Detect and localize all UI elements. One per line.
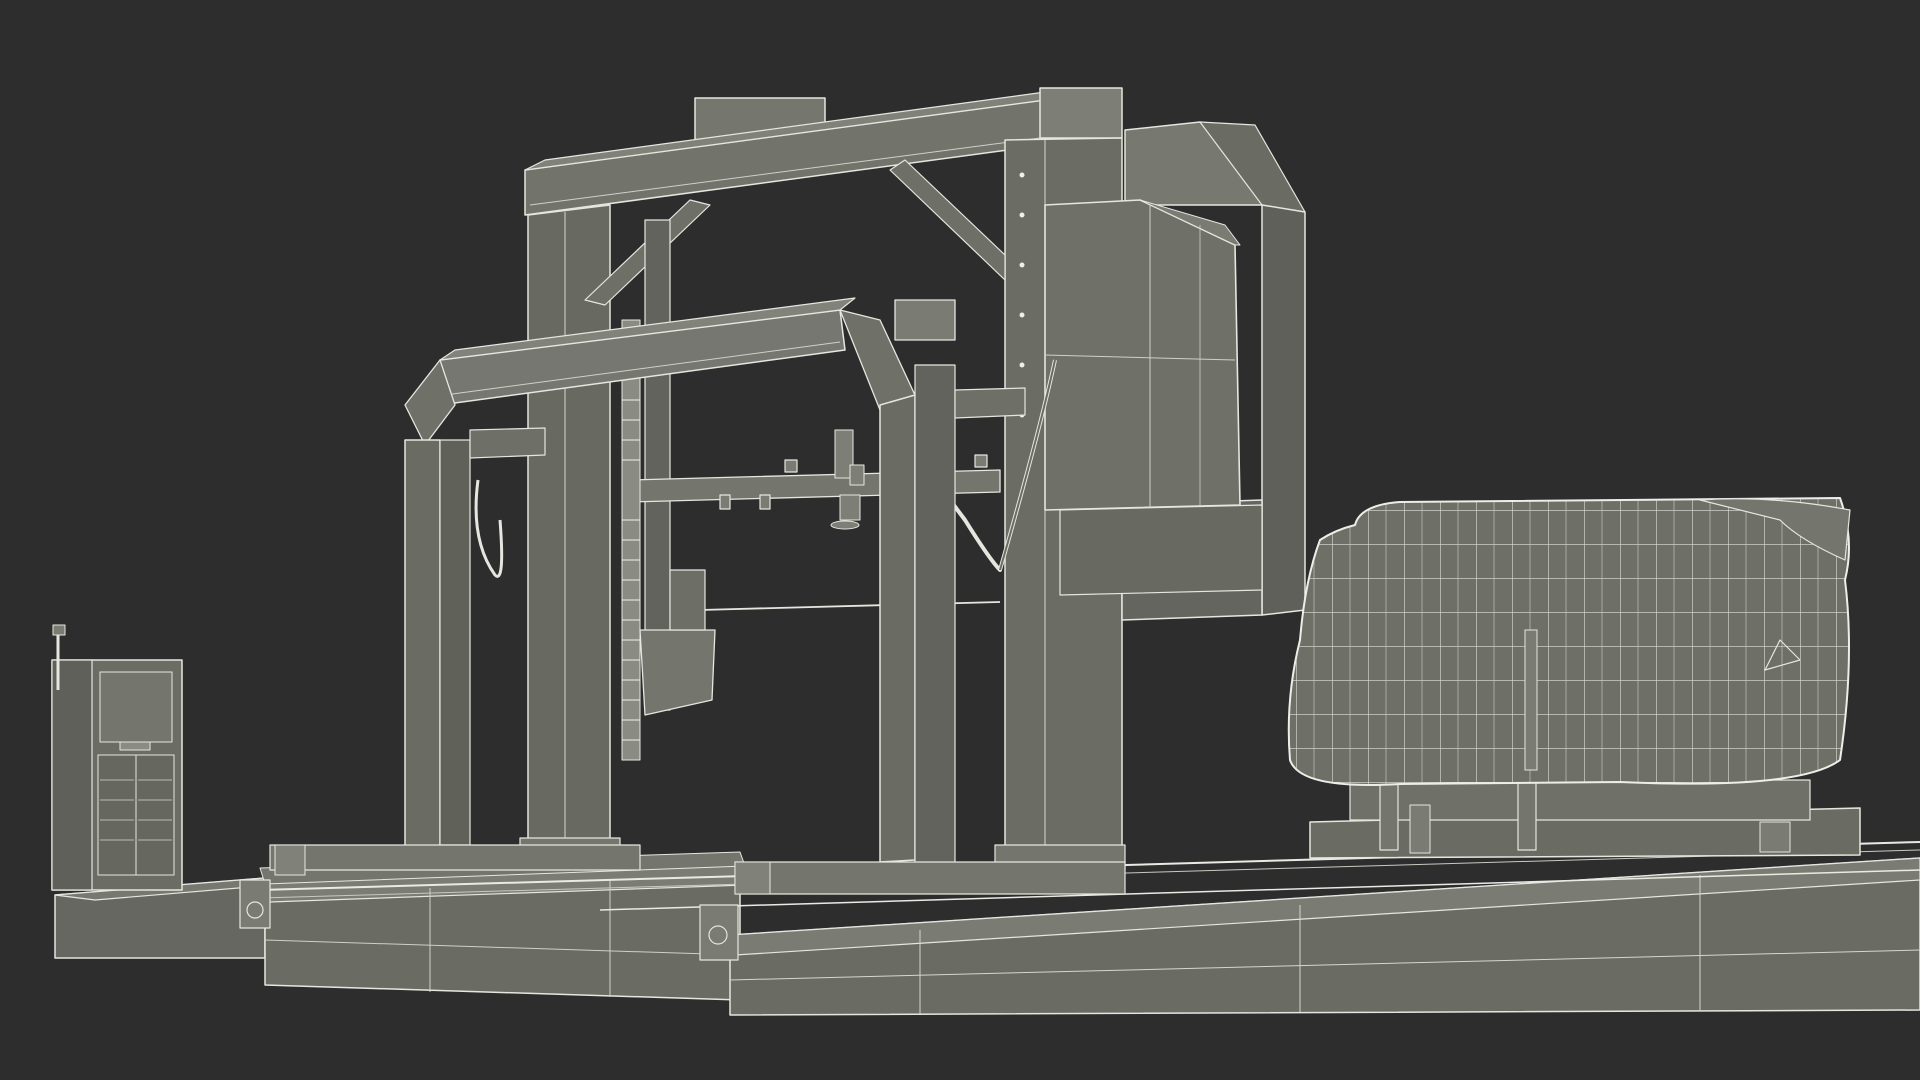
sawmill-wireframe-scene: [51, 87, 1920, 1016]
control-cabinet: [51, 624, 183, 891]
log: [1287, 497, 1851, 786]
log-support-post: [1524, 629, 1538, 771]
